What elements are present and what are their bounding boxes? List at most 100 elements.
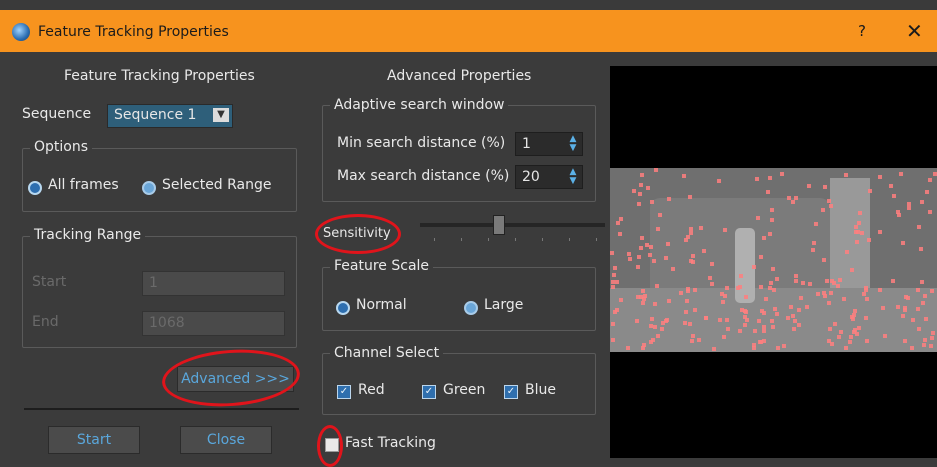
sensitivity-slider-track[interactable] (420, 223, 605, 227)
feature-point (685, 234, 690, 239)
feature-point (903, 305, 908, 310)
sensitivity-slider-handle[interactable] (493, 215, 505, 235)
feature-point (831, 281, 836, 286)
feature-point (743, 315, 748, 320)
feature-point (854, 239, 859, 244)
feature-point (878, 229, 883, 234)
feature-point (863, 287, 868, 292)
feature-point (843, 345, 848, 350)
feature-point (738, 284, 743, 289)
feature-point (651, 337, 656, 342)
feature-point (642, 342, 646, 347)
feature-point (932, 172, 937, 177)
feature-point (927, 178, 932, 183)
feature-point (665, 241, 670, 246)
feature-point (882, 334, 887, 339)
normal-radio[interactable] (336, 301, 350, 315)
feature-point (612, 265, 617, 270)
feature-point (929, 288, 934, 293)
feature-point (815, 291, 820, 296)
min-search-spinbox[interactable]: 1 ▲ ▼ (515, 132, 583, 156)
max-search-spinbox[interactable]: 20 ▲ ▼ (515, 165, 583, 189)
spin-arrows-icon[interactable]: ▲ ▼ (568, 168, 578, 186)
feature-point (671, 267, 676, 272)
feature-point (910, 345, 915, 350)
feature-point (759, 254, 764, 259)
feature-point (765, 190, 770, 195)
feature-point (611, 284, 616, 289)
large-label: Large (484, 297, 524, 313)
feature-point (906, 206, 911, 211)
feature-point (845, 249, 850, 254)
feature-point (867, 237, 872, 242)
start-input[interactable]: 1 (142, 271, 285, 296)
help-icon[interactable]: ? (858, 22, 866, 40)
close-button[interactable]: Close (180, 426, 272, 454)
slider-tick (461, 238, 462, 241)
feature-point (648, 253, 653, 258)
feature-point (725, 286, 730, 291)
feature-point (782, 344, 787, 349)
feature-point (929, 336, 934, 341)
feature-point (792, 326, 797, 331)
feature-point (683, 320, 688, 325)
feature-point (916, 224, 921, 229)
feature-point (792, 319, 797, 324)
feature-point (637, 192, 642, 197)
feature-point (918, 246, 923, 251)
feature-point (821, 291, 826, 296)
feature-point (800, 281, 805, 286)
divider (24, 408, 299, 410)
feature-point (654, 168, 659, 173)
feature-point (844, 173, 849, 178)
feature-point (615, 221, 620, 225)
feature-point (924, 316, 929, 321)
sequence-dropdown[interactable]: Sequence 1 ▼ (107, 104, 233, 128)
feature-point (753, 328, 758, 333)
feature-point (822, 257, 827, 262)
slider-tick (488, 238, 489, 241)
feature-point (791, 199, 795, 204)
start-button[interactable]: Start (48, 426, 140, 454)
adaptive-search-legend: Adaptive search window (330, 97, 509, 113)
feature-point (646, 186, 651, 191)
red-label: Red (358, 382, 385, 398)
feature-point (775, 345, 780, 350)
feature-point (701, 249, 706, 254)
feature-point (920, 301, 925, 306)
feature-point (771, 288, 776, 293)
feature-point (666, 298, 671, 303)
feature-point (651, 258, 656, 263)
end-input[interactable]: 1068 (142, 311, 285, 336)
feature-point (640, 289, 645, 294)
feature-point (825, 279, 830, 284)
red-checkbox[interactable]: ✓ (337, 385, 351, 399)
large-radio[interactable] (464, 301, 478, 315)
feature-point (682, 173, 687, 178)
close-icon[interactable]: ✕ (906, 19, 923, 43)
feature-point (813, 221, 818, 226)
green-checkbox[interactable]: ✓ (422, 385, 436, 399)
all-frames-radio[interactable] (28, 181, 42, 195)
feature-point (752, 343, 757, 348)
feature-point (626, 252, 631, 257)
feature-point (878, 174, 883, 179)
selected-range-radio[interactable] (142, 181, 156, 195)
feature-point (653, 324, 658, 329)
feature-point (639, 236, 644, 241)
feature-point (864, 339, 869, 344)
dialog-body: Feature Tracking Properties Sequence Seq… (10, 52, 937, 467)
feature-point (827, 301, 832, 306)
feature-point (922, 294, 927, 299)
spin-arrows-icon[interactable]: ▲ ▼ (568, 135, 578, 153)
feature-point (928, 209, 933, 214)
feature-point (773, 307, 778, 312)
feature-point (648, 245, 653, 250)
blue-checkbox[interactable]: ✓ (504, 385, 518, 399)
feature-point (617, 232, 622, 237)
feature-point (611, 321, 616, 326)
feature-point (738, 274, 743, 279)
feature-point (628, 257, 633, 262)
feature-point (838, 329, 843, 334)
feature-point (922, 338, 927, 343)
